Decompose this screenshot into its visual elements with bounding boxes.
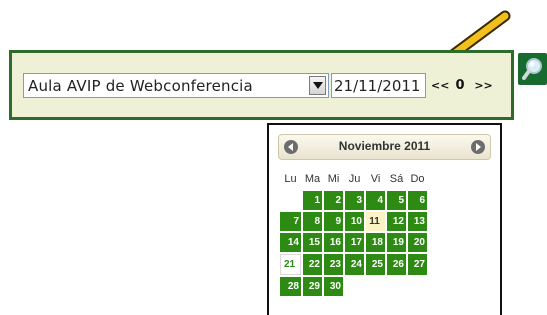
calendar-day-27[interactable]: 27 (408, 254, 427, 275)
calendar-day-label: 14 (287, 237, 299, 248)
calendar-empty-cell (366, 277, 385, 296)
calendar-day-label: 12 (392, 216, 404, 227)
calendar-week-row: 1 2 3 4 5 6 (280, 191, 427, 210)
weekday-header: Mi (327, 173, 340, 185)
current-period-link[interactable]: 0 (455, 78, 464, 93)
calendar-day-22[interactable]: 22 (303, 254, 322, 275)
calendar-empty-cell (387, 277, 406, 296)
calendar-day-12[interactable]: 12 (387, 212, 406, 231)
calendar-day-label: 13 (413, 216, 425, 227)
calendar-day-label: 5 (398, 195, 404, 206)
datepicker-calendar: Noviembre 2011 Lu Ma Mi Ju Vi Sá Do 1234567891… (267, 123, 502, 315)
calendar-day-label: 21 (283, 259, 296, 270)
calendar-week-row: 7 8 9 10 11 12 13 (280, 212, 427, 231)
calendar-header: Noviembre 2011 (278, 134, 491, 160)
calendar-empty-cell (345, 277, 364, 296)
calendar-day-label: 7 (293, 216, 299, 227)
search-button[interactable] (518, 53, 547, 85)
calendar-day-label: 2 (335, 195, 341, 206)
room-select[interactable]: Aula AVIP de Webconferencia (23, 73, 329, 98)
calendar-day-6[interactable]: 6 (408, 191, 427, 210)
calendar-day-label: 29 (308, 281, 320, 292)
weekday-header: Do (410, 173, 425, 185)
calendar-day-24[interactable]: 24 (345, 254, 364, 275)
calendar-day-label: 1 (314, 195, 320, 206)
chevron-down-icon[interactable] (309, 76, 326, 95)
weekday-header: Lu (284, 173, 297, 185)
calendar-day-11[interactable]: 11 (366, 212, 385, 231)
calendar-day-label: 17 (350, 237, 362, 248)
calendar-day-2[interactable]: 2 (324, 191, 343, 210)
chevron-right-icon (476, 143, 481, 151)
calendar-day-label: 15 (308, 237, 320, 248)
weekday-header: Ju (348, 173, 361, 185)
date-field-value: 21/11/2011 (334, 77, 421, 95)
calendar-day-4[interactable]: 4 (366, 191, 385, 210)
calendar-day-10[interactable]: 10 (345, 212, 364, 231)
weekday-row: Lu Ma Mi Ju Vi Sá Do (280, 169, 427, 189)
calendar-day-13[interactable]: 13 (408, 212, 427, 231)
calendar-day-label: 20 (413, 237, 425, 248)
prev-period-link[interactable]: << (431, 79, 449, 92)
calendar-day-18[interactable]: 18 (366, 233, 385, 252)
calendar-day-3[interactable]: 3 (345, 191, 364, 210)
calendar-day-21[interactable]: 21 (280, 254, 301, 275)
calendar-day-label: 23 (329, 259, 341, 270)
calendar-day-label: 26 (392, 259, 404, 270)
calendar-day-20[interactable]: 20 (408, 233, 427, 252)
calendar-day-label: 22 (308, 259, 320, 270)
calendar-day-label: 10 (350, 216, 362, 227)
calendar-day-15[interactable]: 15 (303, 233, 322, 252)
calendar-day-label: 25 (371, 259, 383, 270)
calendar-day-5[interactable]: 5 (387, 191, 406, 210)
calendar-day-30[interactable]: 30 (324, 277, 343, 296)
calendar-day-label: 8 (314, 216, 320, 227)
calendar-day-16[interactable]: 16 (324, 233, 343, 252)
calendar-empty-cell (408, 277, 427, 296)
calendar-day-label: 9 (335, 216, 341, 227)
calendar-day-19[interactable]: 19 (387, 233, 406, 252)
calendar-day-label: 24 (350, 259, 362, 270)
room-select-value: Aula AVIP de Webconferencia (28, 77, 253, 95)
calendar-week-row: 21 22 23 24 25 26 27 (280, 254, 427, 275)
calendar-day-26[interactable]: 26 (387, 254, 406, 275)
calendar-day-label: 16 (329, 237, 341, 248)
next-period-link[interactable]: >> (474, 79, 492, 92)
calendar-day-label: 19 (392, 237, 404, 248)
calendar-day-label: 28 (287, 281, 299, 292)
next-month-button[interactable] (471, 140, 485, 154)
calendar-day-1[interactable]: 1 (303, 191, 322, 210)
calendar-week-row: 28 29 30 (280, 277, 427, 296)
calendar-day-label: 30 (329, 281, 341, 292)
calendar-day-29[interactable]: 29 (303, 277, 322, 296)
calendar-day-7[interactable]: 7 (280, 212, 301, 231)
weekday-header: Vi (370, 173, 381, 185)
weekday-header: Ma (304, 173, 321, 185)
calendar-day-label: 27 (413, 259, 425, 270)
calendar-day-25[interactable]: 25 (366, 254, 385, 275)
calendar-day-8[interactable]: 8 (303, 212, 322, 231)
calendar-day-14[interactable]: 14 (280, 233, 301, 252)
magnifier-icon (522, 58, 542, 80)
calendar-day-label: 4 (377, 195, 383, 206)
calendar-day-label: 18 (371, 237, 383, 248)
calendar-week-row: 14 15 16 17 18 19 20 (280, 233, 427, 252)
calendar-day-label: 3 (356, 195, 362, 206)
calendar-day-9[interactable]: 9 (324, 212, 343, 231)
calendar-day-23[interactable]: 23 (324, 254, 343, 275)
calendar-day-17[interactable]: 17 (345, 233, 364, 252)
calendar-month-title: Noviembre 2011 (338, 139, 431, 153)
calendar-empty-cell (280, 191, 301, 210)
calendar-grid: Lu Ma Mi Ju Vi Sá Do 1 2 3 4 5 6 7 8 9 10 11 12 13 14 15 16 17… (278, 167, 429, 298)
weekday-header: Sá (389, 173, 404, 185)
calendar-day-label: 11 (369, 216, 380, 227)
calendar-day-28[interactable]: 28 (280, 277, 301, 296)
date-navigation: << 0 >> (431, 78, 499, 93)
calendar-day-label: 6 (419, 195, 425, 206)
date-field[interactable]: 21/11/2011 (331, 73, 426, 98)
